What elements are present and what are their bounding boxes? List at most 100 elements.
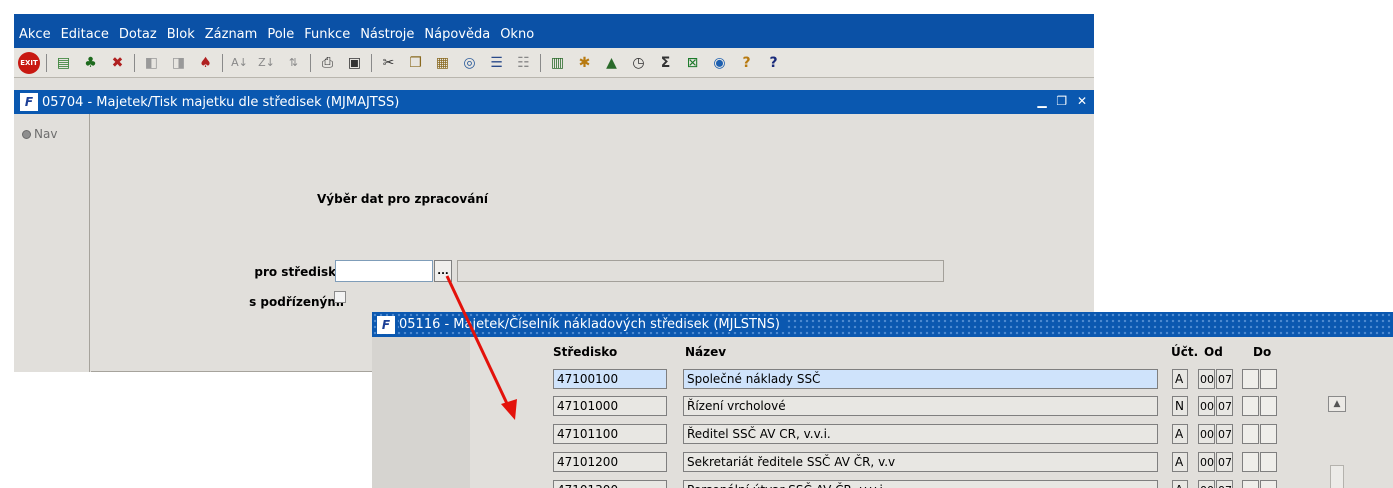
cell-od-2[interactable]: 07 [1216,480,1233,488]
menu-bar: Akce Editace Dotaz Blok Záznam Pole Funk… [14,20,1094,48]
table-row[interactable]: 47101200 Sekretariát ředitele SSČ AV ČR,… [372,452,1393,474]
app-logo-icon: F [377,315,395,334]
query-icon[interactable]: ◎ [459,52,480,73]
label-stredisko: pro středisko [254,265,344,279]
cell-do-1[interactable] [1242,424,1259,444]
sum-icon[interactable]: Σ [655,52,676,73]
cell-do-2[interactable] [1260,424,1277,444]
cell-nazev[interactable]: Sekretariát ředitele SSČ AV ČR, v.v [683,452,1158,472]
toolbar-separator [310,53,311,72]
tools-icon[interactable]: ✱ [574,52,595,73]
header-do: Do [1253,345,1272,359]
cell-nazev[interactable]: Personální útvar SSČ AV ČR, v.v.i. [683,480,1158,488]
cell-nazev[interactable]: Ředitel SSČ AV CR, v.v.i. [683,424,1158,444]
lov-window: F 05116 - Majetek/Číselník nákladových s… [372,312,1393,488]
form-window-title-bar: F 05704 - Majetek/Tisk majetku dle střed… [14,90,1094,114]
copy-icon[interactable]: ❐ [405,52,426,73]
menu-zaznam[interactable]: Záznam [205,27,258,42]
lock-record-icon[interactable]: ♠ [195,52,216,73]
sort-icon[interactable]: ⇅ [283,52,304,73]
cell-do-2[interactable] [1260,369,1277,389]
menu-okno[interactable]: Okno [500,27,534,42]
cell-do-2[interactable] [1260,396,1277,416]
insert-record-icon[interactable]: ♣ [80,52,101,73]
cell-do-1[interactable] [1242,480,1259,488]
cell-do-2[interactable] [1260,452,1277,472]
list-icon[interactable]: ☰ [486,52,507,73]
sort-asc-icon[interactable]: A↓ [229,52,250,73]
table-row[interactable]: 47101000 Řízení vrcholové N 00 07 [372,396,1393,418]
cell-stredisko[interactable]: 47101300 [553,480,667,488]
cell-stredisko[interactable]: 47100100 [553,369,667,389]
scroll-up-icon[interactable]: ▲ [1328,396,1346,412]
menu-nastroje[interactable]: Nástroje [360,27,414,42]
cell-do-1[interactable] [1242,396,1259,416]
cell-od-2[interactable]: 07 [1216,369,1233,389]
header-uct: Účt. [1171,345,1199,359]
stredisko-input[interactable] [335,260,433,282]
header-nazev: Název [685,345,727,359]
next-block-icon[interactable]: ◨ [168,52,189,73]
menu-funkce[interactable]: Funkce [304,27,350,42]
export-icon[interactable]: ▥ [547,52,568,73]
cell-uct[interactable]: A [1172,452,1188,472]
toolbar: EXIT ▤ ♣ ✖ ◧ ◨ ♠ A↓ Z↓ ⇅ ⎙ ▣ ✂ ❐ ▦ ◎ ☰ ☷… [14,48,1094,78]
excel-icon[interactable]: ⊠ [682,52,703,73]
clock-icon[interactable]: ◷ [628,52,649,73]
cell-od-2[interactable]: 07 [1216,424,1233,444]
cell-od-1[interactable]: 00 [1198,396,1215,416]
table-row[interactable]: 47101300 Personální útvar SSČ AV ČR, v.v… [372,480,1393,488]
cell-nazev[interactable]: Společné náklady SSČ [683,369,1158,389]
cell-do-2[interactable] [1260,480,1277,488]
menu-editace[interactable]: Editace [61,27,109,42]
remove-record-icon[interactable]: ✖ [107,52,128,73]
save-icon[interactable]: ▤ [53,52,74,73]
scrollbar-thumb[interactable] [1330,465,1344,488]
lov-button[interactable]: ... [434,260,452,282]
print-preview-icon[interactable]: ▣ [344,52,365,73]
cut-icon[interactable]: ✂ [378,52,399,73]
menu-napoveda[interactable]: Nápověda [424,27,490,42]
menu-dotaz[interactable]: Dotaz [119,27,157,42]
podrizenymi-checkbox[interactable] [334,291,346,303]
cell-od-2[interactable]: 07 [1216,396,1233,416]
help-icon[interactable]: ? [763,52,784,73]
cell-od-2[interactable]: 07 [1216,452,1233,472]
nav-label: Nav [34,127,58,141]
sort-desc-icon[interactable]: Z↓ [256,52,277,73]
window-controls[interactable]: ▁ ❐ ✕ [1037,94,1090,108]
cell-od-1[interactable]: 00 [1198,369,1215,389]
cell-od-1[interactable]: 00 [1198,424,1215,444]
stredisko-name-field [457,260,944,282]
warning-icon[interactable]: ▲ [601,52,622,73]
browser-icon[interactable]: ◉ [709,52,730,73]
cell-uct[interactable]: A [1172,480,1188,488]
cell-stredisko[interactable]: 47101000 [553,396,667,416]
table-row[interactable]: 47101100 Ředitel SSČ AV CR, v.v.i. A 00 … [372,424,1393,446]
menu-akce[interactable]: Akce [19,27,51,42]
cell-uct[interactable]: A [1172,424,1188,444]
cell-do-1[interactable] [1242,452,1259,472]
paste-icon[interactable]: ▦ [432,52,453,73]
menu-blok[interactable]: Blok [167,27,195,42]
cell-stredisko[interactable]: 47101200 [553,452,667,472]
cell-nazev[interactable]: Řízení vrcholové [683,396,1158,416]
nav-radio[interactable]: Nav [22,127,57,141]
toolbar-separator [540,53,541,72]
prev-block-icon[interactable]: ◧ [141,52,162,73]
cell-od-1[interactable]: 00 [1198,452,1215,472]
cell-uct[interactable]: A [1172,369,1188,389]
cell-stredisko[interactable]: 47101100 [553,424,667,444]
nav-column: Nav [14,114,90,372]
menu-pole[interactable]: Pole [267,27,294,42]
cell-uct[interactable]: N [1172,396,1188,416]
exit-button[interactable]: EXIT [18,51,40,74]
label-podrizenymi: s podřízenými [249,295,344,309]
help-wizard-icon[interactable]: ? [736,52,757,73]
cell-do-1[interactable] [1242,369,1259,389]
toolbar-separator [46,53,47,72]
table-row[interactable]: 47100100 Společné náklady SSČ A 00 07 [372,369,1393,391]
list-values-icon[interactable]: ☷ [513,52,534,73]
print-icon[interactable]: ⎙ [317,52,338,73]
cell-od-1[interactable]: 00 [1198,480,1215,488]
